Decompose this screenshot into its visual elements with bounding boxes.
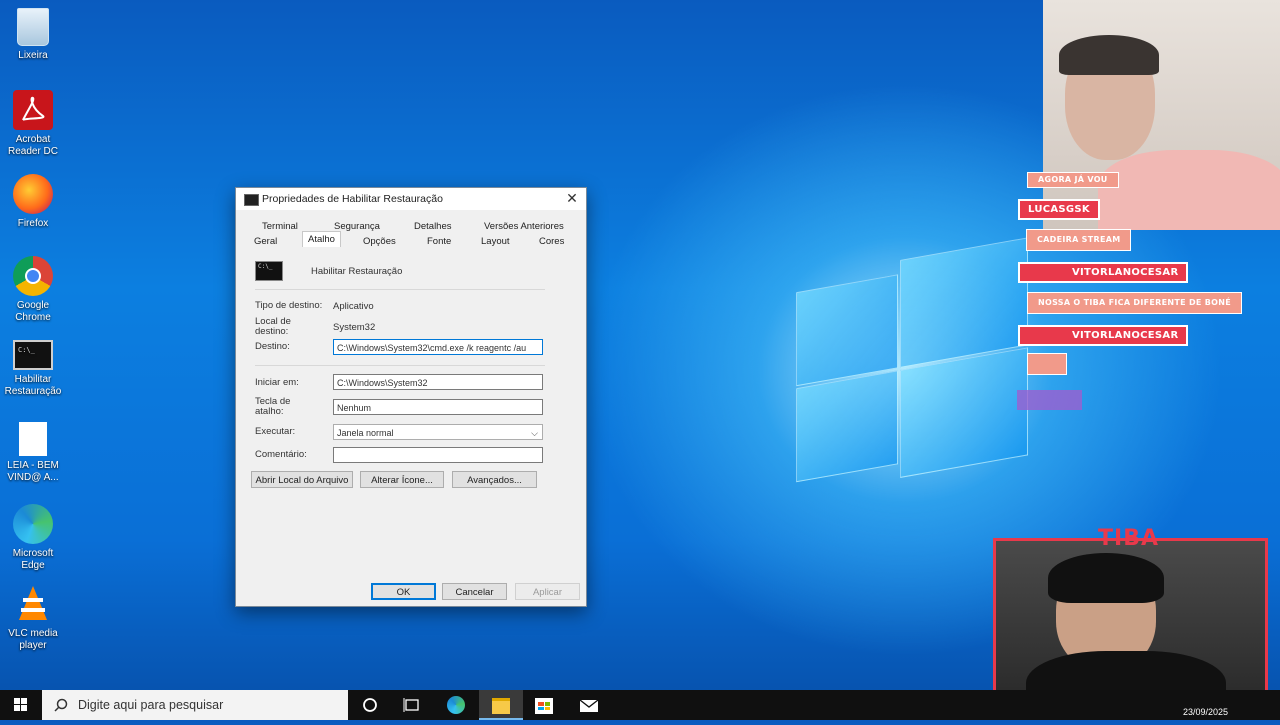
destino-label: Destino: (255, 341, 290, 352)
desktop-icon-label: VLC media player (8, 628, 58, 651)
desktop-icon-recycle-bin[interactable]: Lixeira (4, 8, 62, 62)
divider (255, 289, 545, 290)
tab-opcoes[interactable]: Opções (363, 236, 396, 247)
cmd-icon (244, 194, 259, 206)
streamer-webcam-top (1043, 0, 1280, 230)
local-destino-label: Local de destino: (255, 316, 291, 337)
desktop-icon-habilitar-restauracao[interactable]: C:\_ Habilitar Restauração (4, 340, 62, 398)
search-placeholder: Digite aqui para pesquisar (78, 698, 224, 712)
vlc-icon (13, 584, 53, 624)
desktop-icon-label: Microsoft Edge (12, 548, 54, 571)
firefox-icon (13, 174, 53, 214)
desktop-icon-label: Lixeira (18, 50, 48, 61)
tab-cores[interactable]: Cores (539, 236, 564, 247)
desktop-icon-chrome[interactable]: Google Chrome (4, 256, 62, 324)
abrir-local-button[interactable]: Abrir Local do Arquivo (251, 471, 353, 488)
streamer-webcam-bottom (993, 538, 1268, 703)
cmd-shortcut-icon: C:\_ (13, 340, 53, 370)
chrome-icon (13, 256, 53, 296)
shortcut-name: Habilitar Restauração (311, 266, 403, 277)
destino-field[interactable]: C:\Windows\System32\cmd.exe /k reagentc … (333, 339, 543, 355)
edge-taskbar-icon[interactable] (447, 696, 465, 714)
file-explorer-taskbar-button[interactable] (479, 690, 523, 720)
chat-message: NOSSA O TIBA FICA DIFERENTE DE BONÉ (1027, 292, 1243, 314)
tipo-destino-label: Tipo de destino: (255, 300, 323, 311)
tab-detalhes[interactable]: Detalhes (414, 221, 452, 232)
task-view-icon[interactable] (403, 696, 421, 714)
tab-strip: Terminal Segurança Detalhes Versões Ante… (248, 218, 574, 250)
desktop-icon-label: Firefox (17, 218, 49, 229)
alterar-icone-button[interactable]: Alterar Ícone... (360, 471, 444, 488)
recycle-bin-icon (17, 8, 49, 46)
close-icon[interactable]: ✕ (564, 190, 580, 206)
desktop-icon-leia[interactable]: LEIA - BEM VIND@ A... (4, 422, 62, 484)
chat-username: LUCASGSK (1018, 199, 1100, 220)
comentario-field[interactable] (333, 447, 543, 463)
properties-dialog: Propriedades de Habilitar Restauração ✕ … (235, 187, 587, 607)
chat-bar (1017, 390, 1082, 410)
ok-button[interactable]: OK (371, 583, 436, 600)
desktop-icon-edge[interactable]: Microsoft Edge (4, 504, 62, 572)
shortcut-panel: C:\_ Habilitar Restauração Tipo de desti… (244, 248, 576, 548)
text-file-icon (19, 422, 47, 456)
dialog-titlebar[interactable]: Propriedades de Habilitar Restauração ✕ (236, 188, 586, 210)
iniciar-em-label: Iniciar em: (255, 377, 299, 388)
divider (255, 365, 545, 366)
windows-wallpaper-logo (796, 237, 1028, 489)
executar-value: Janela normal (337, 428, 394, 438)
tab-terminal[interactable]: Terminal (262, 221, 298, 232)
mail-icon[interactable] (579, 696, 599, 714)
chat-emote (1027, 353, 1067, 375)
folder-icon (492, 698, 510, 714)
desktop-icon-label: Google Chrome (15, 300, 51, 323)
chat-message: CADEIRA STREAM (1026, 229, 1132, 251)
taskbar-date: 23/09/2025 (1182, 707, 1228, 717)
chat-message: AGORA JÁ VOU (1027, 172, 1119, 188)
tab-atalho[interactable]: Atalho (302, 231, 341, 247)
desktop-icon-acrobat[interactable]: Acrobat Reader DC (4, 90, 62, 158)
desktop-icon-firefox[interactable]: Firefox (4, 174, 62, 230)
windows-icon (14, 698, 27, 711)
search-box[interactable]: Digite aqui para pesquisar (42, 690, 348, 720)
store-icon[interactable] (535, 696, 553, 714)
comentario-label: Comentário: (255, 449, 307, 460)
edge-icon (13, 504, 53, 544)
desktop-icon-label: Acrobat Reader DC (7, 134, 59, 157)
tab-fonte[interactable]: Fonte (427, 236, 451, 247)
tecla-atalho-label: Tecla de atalho: (255, 396, 291, 417)
dialog-title: Propriedades de Habilitar Restauração (262, 193, 443, 205)
aplicar-button[interactable]: Aplicar (515, 583, 580, 600)
desktop-icon-label: Habilitar Restauração (4, 374, 62, 397)
acrobat-icon (13, 90, 53, 130)
desktop-icon-label: LEIA - BEM VIND@ A... (7, 460, 59, 483)
executar-label: Executar: (255, 426, 296, 437)
local-destino-value: System32 (333, 322, 376, 333)
tab-layout[interactable]: Layout (481, 236, 510, 247)
taskbar: Digite aqui para pesquisar 23/09/2025 (0, 690, 1280, 720)
chat-username: VITORLANOCESAR (1018, 325, 1189, 346)
streamer-tag: TIBA (1098, 526, 1159, 551)
desktop-icon-vlc[interactable]: VLC media player (4, 584, 62, 652)
iniciar-em-field[interactable]: C:\Windows\System32 (333, 374, 543, 390)
cancelar-button[interactable]: Cancelar (442, 583, 507, 600)
cortana-icon[interactable] (361, 696, 379, 714)
tab-versoes-anteriores[interactable]: Versões Anteriores (484, 221, 564, 232)
tecla-atalho-field[interactable]: Nenhum (333, 399, 543, 415)
executar-select[interactable]: Janela normal ⌵ (333, 424, 543, 440)
search-icon (54, 698, 68, 712)
chat-username: VITORLANOCESAR (1018, 262, 1189, 283)
tipo-destino-value: Aplicativo (333, 301, 374, 312)
start-button[interactable] (0, 690, 42, 720)
avancados-button[interactable]: Avançados... (452, 471, 537, 488)
chevron-down-icon: ⌵ (531, 428, 538, 438)
tab-geral[interactable]: Geral (254, 236, 277, 247)
cmd-icon: C:\_ (255, 261, 283, 281)
